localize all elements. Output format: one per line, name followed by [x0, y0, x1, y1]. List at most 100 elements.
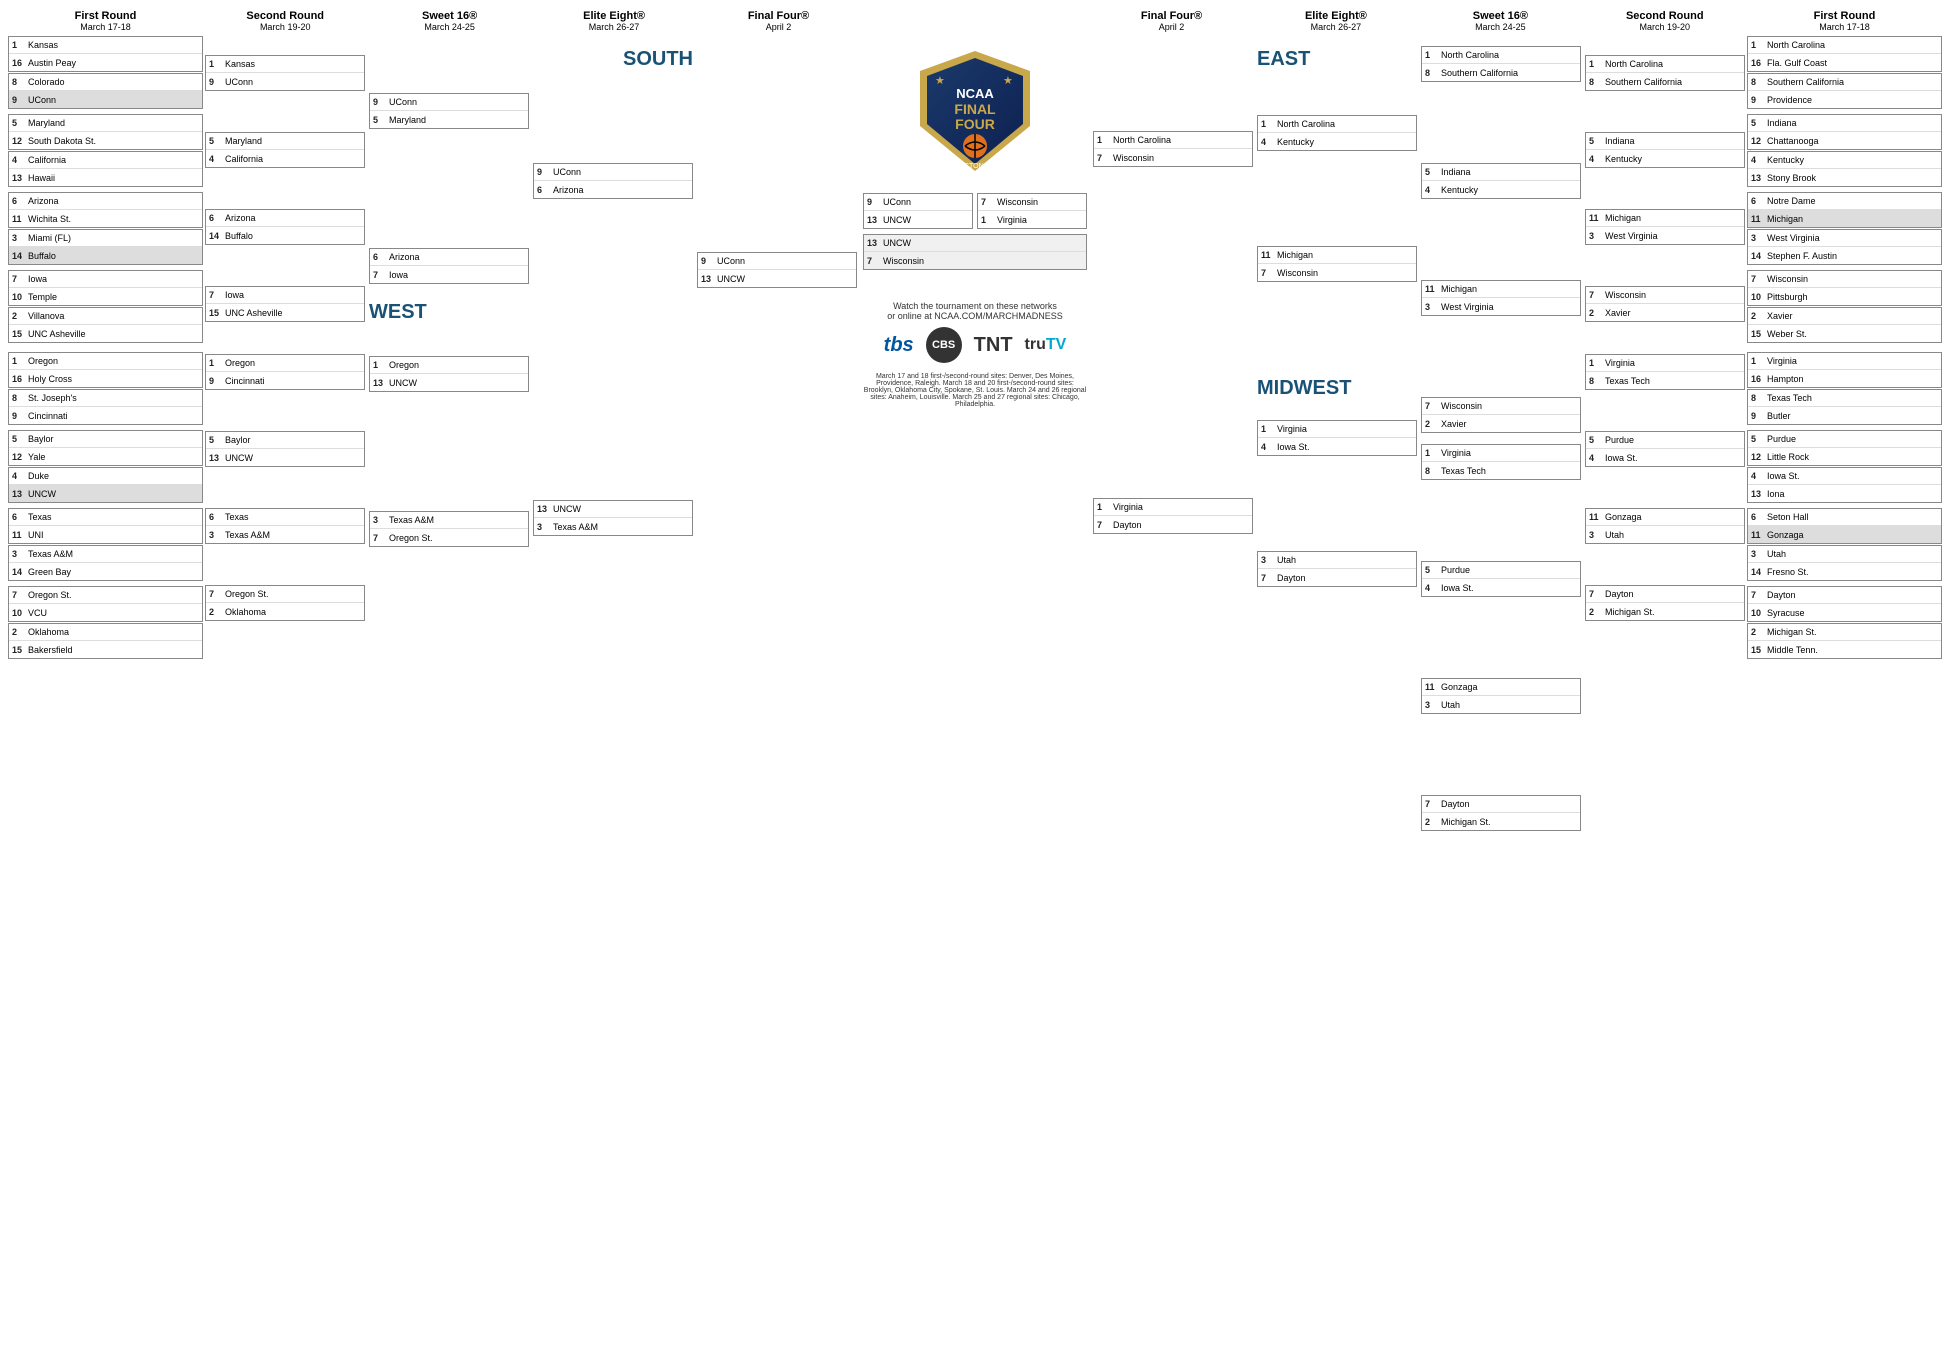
team-row: 11Michigan	[1422, 281, 1580, 298]
match-mr6: 3Utah 14Fresno St.	[1747, 545, 1942, 581]
right-sweet16-col: 1North Carolina 8Southern California 5In…	[1419, 36, 1583, 1276]
team-row: 3West Virginia	[1586, 227, 1744, 244]
team-row: 2Villanova	[9, 308, 202, 325]
team-row: 13UNCW	[864, 235, 1086, 252]
team-row: 7Wisconsin	[1094, 149, 1252, 166]
team-row: 4California	[9, 152, 202, 169]
match-e-s16-3: 11Michigan 3West Virginia	[1421, 280, 1581, 316]
championship-match: 13UNCW 7Wisconsin	[863, 234, 1087, 270]
team-row: 11Gonzaga	[1586, 509, 1744, 526]
team-row: 10Pittsburgh	[1748, 288, 1941, 305]
team-row: 5Baylor	[9, 431, 202, 448]
match-w-r2-2: 5Baylor 13UNCW	[205, 431, 365, 467]
match-er3: 5Indiana 12Chattanooga	[1747, 114, 1942, 150]
team-row: 5Indiana	[1422, 164, 1580, 181]
team-row: 10Syracuse	[1748, 604, 1941, 621]
tbs-logo: tbs	[884, 334, 914, 357]
match-mr3: 5Purdue 12Little Rock	[1747, 430, 1942, 466]
team-row: 4Kentucky	[1258, 133, 1416, 150]
match-s3: 5Maryland 12South Dakota St.	[8, 114, 203, 150]
team-row: 8Southern California	[1748, 74, 1941, 91]
team-row: 9UConn	[534, 164, 692, 181]
match-w1: 1Oregon 16Holy Cross	[8, 352, 203, 388]
team-row: 6Texas	[9, 509, 202, 526]
team-row: 3Utah	[1258, 552, 1416, 569]
footnote: March 17 and 18 first-/second-round site…	[863, 373, 1087, 408]
match-e-e8-1: 1North Carolina 4Kentucky	[1257, 115, 1417, 151]
team-row: 7Dayton	[1422, 796, 1580, 813]
header-final4-right: Final Four® April 2	[1089, 8, 1253, 34]
team-row: 1North Carolina	[1422, 47, 1580, 64]
south-label: SOUTH	[533, 44, 693, 75]
team-row: 11Gonzaga	[1422, 679, 1580, 696]
header-second-round-right: Second Round March 19-20	[1583, 8, 1747, 34]
match-mr1: 1Virginia 16Hampton	[1747, 352, 1942, 388]
team-row: 3Texas A&M	[534, 518, 692, 535]
bracket-body: 1Kansas 16Austin Peay 8Colorado 9UConn 5…	[8, 36, 1942, 1276]
team-row: 1North Carolina	[1586, 56, 1744, 73]
team-row: 16Hampton	[1748, 370, 1941, 387]
team-row: 3West Virginia	[1748, 230, 1941, 247]
team-row: 7Oregon St.	[206, 586, 364, 603]
match-s-r2-4: 7Iowa 15UNC Asheville	[205, 286, 365, 322]
match-m-r2-4: 7Dayton 2Michigan St.	[1585, 585, 1745, 621]
match-w-r2-4: 7Oregon St. 2Oklahoma	[205, 585, 365, 621]
match-w-e8: 13UNCW 3Texas A&M	[533, 500, 693, 536]
header-final4-left: Final Four® April 2	[696, 8, 860, 34]
match-w5: 6Texas 11UNI	[8, 508, 203, 544]
team-row: 9Butler	[1748, 407, 1941, 424]
team-row: 13UNCW	[864, 211, 972, 228]
team-row: 7Wisconsin	[1258, 264, 1416, 281]
match-w4: 4Duke 13UNCW	[8, 467, 203, 503]
match-m-s16-3: 11Gonzaga 3Utah	[1421, 678, 1581, 714]
header-first-round-left: First Round March 17-18	[8, 8, 203, 34]
left-sweet16-col: 9UConn 5Maryland 6Arizona 7Iowa WEST 1Or…	[367, 36, 531, 1276]
svg-text:NCAA: NCAA	[956, 86, 994, 101]
match-er7: 7Wisconsin 10Pittsburgh	[1747, 270, 1942, 306]
left-final4-col: 9UConn 13UNCW	[695, 36, 859, 1276]
team-row: 6Arizona	[206, 210, 364, 227]
match-s4: 4California 13Hawaii	[8, 151, 203, 187]
match-e-s16-4: 7Wisconsin 2Xavier	[1421, 397, 1581, 433]
header-sweet16-right: Sweet 16® March 24-25	[1418, 8, 1582, 34]
match-er1: 1North Carolina 16Fla. Gulf Coast	[1747, 36, 1942, 72]
header-first-round-right: First Round March 17-18	[1747, 8, 1942, 34]
team-row: 8Texas Tech	[1748, 390, 1941, 407]
match-w-s16-1: 1Oregon 13UNCW	[369, 356, 529, 392]
team-row: 1Kansas	[9, 37, 202, 54]
match-m-s16-1: 1Virginia 8Texas Tech	[1421, 444, 1581, 480]
team-row: 3Utah	[1422, 696, 1580, 713]
team-row: 5Indiana	[1586, 133, 1744, 150]
match-mr4: 4Iowa St. 13Iona	[1747, 467, 1942, 503]
team-row: 6Arizona	[534, 181, 692, 198]
team-row: 14Green Bay	[9, 563, 202, 580]
match-er2: 8Southern California 9Providence	[1747, 73, 1942, 109]
team-row: 1North Carolina	[1748, 37, 1941, 54]
match-mr5: 6Seton Hall 11Gonzaga	[1747, 508, 1942, 544]
team-row: 4Iowa St.	[1748, 468, 1941, 485]
team-row: 7Wisconsin	[1422, 398, 1580, 415]
team-row: 1Virginia	[1258, 421, 1416, 438]
team-row: 13UNCW	[370, 374, 528, 391]
match-m-e8-1: 1Virginia 4Iowa St.	[1257, 420, 1417, 456]
team-row: 3Utah	[1748, 546, 1941, 563]
match-e-r2-3: 11Michigan 3West Virginia	[1585, 209, 1745, 245]
ncaa-logo: ★ ★ NCAA FINAL FOUR HOUSTON 2016	[910, 46, 1040, 179]
team-row: 11UNI	[9, 526, 202, 543]
team-row: 7Wisconsin	[864, 252, 1086, 269]
match-s-s16-2: 6Arizona 7Iowa	[369, 248, 529, 284]
cbs-logo: CBS	[926, 327, 962, 363]
match-er6: 3West Virginia 14Stephen F. Austin	[1747, 229, 1942, 265]
match-s-r2-2: 5Maryland 4California	[205, 132, 365, 168]
match-lf4: 9UConn 13UNCW	[697, 252, 857, 288]
team-row: 13Hawaii	[9, 169, 202, 186]
team-row: 9UConn	[206, 73, 364, 90]
tv-logos: tbs CBS TNT truTV	[884, 327, 1067, 363]
team-row: 1Virginia	[1422, 445, 1580, 462]
team-row: 8Southern California	[1422, 64, 1580, 81]
team-row: 7Iowa	[370, 266, 528, 283]
team-row: 14Fresno St.	[1748, 563, 1941, 580]
team-row: 6Arizona	[9, 193, 202, 210]
team-row: 9UConn	[698, 253, 856, 270]
team-row: 9Cincinnati	[206, 372, 364, 389]
